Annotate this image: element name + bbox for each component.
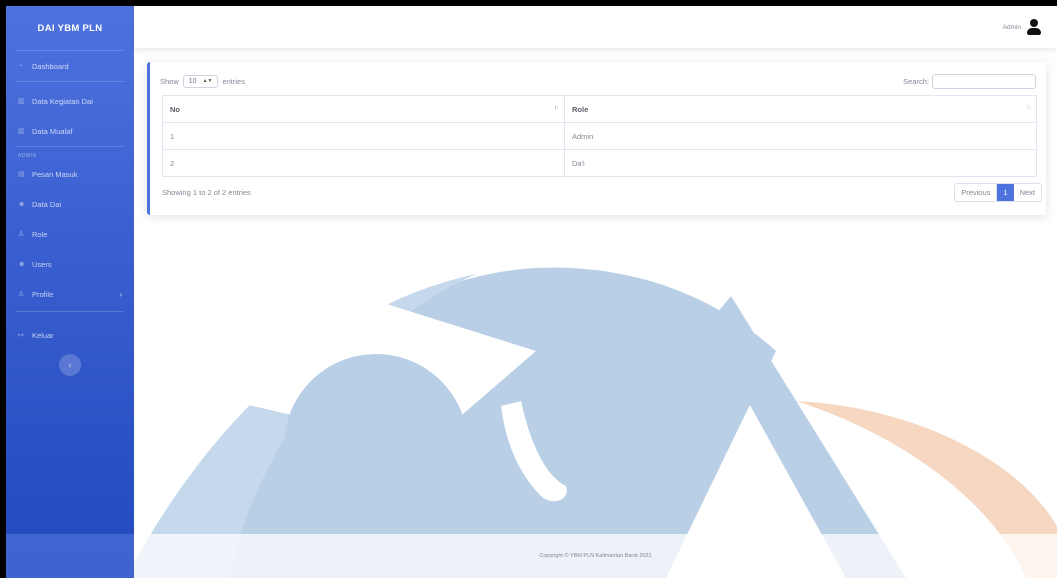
sidebar-item-pesan-masuk[interactable]: ▤ Pesan Masuk [6,159,134,189]
table-footer: Showing 1 to 2 of 2 entries Previous 1 N… [150,177,1046,202]
select-arrows-icon: ▲▼ [202,78,213,84]
avatar-head [1030,19,1038,27]
sidebar-item-data-mualaf[interactable]: ▥ Data Mualaf [6,116,134,146]
show-label: Show [160,76,179,86]
sidebar-item-data-kegiatan-dai[interactable]: ▥ Data Kegiatan Dai [6,86,134,116]
sidebar-item-data-dai[interactable]: ☻ Data Dai [6,189,134,219]
table-row: 2 Da'i [162,149,1037,177]
sidebar-item-dashboard[interactable]: ◔ Dashboard [6,51,134,81]
app-window: DAI YBM PLN ◔ Dashboard ▥ Data Kegiatan … [6,6,1057,578]
copyright-text: Copyright © YBM PLN Kalimantan Barat 202… [539,553,652,559]
entries-select-value: 10 [188,77,197,85]
chevron-left-icon: ‹ [68,360,72,370]
search-input[interactable] [932,73,1036,89]
sidebar-divider [16,81,124,82]
table-controls: Show 10 ▲▼ entries Search: [150,62,1046,90]
sidebar-item-profile[interactable]: ♙ Profile › [6,279,134,309]
role-table: No ↑↓ Role ↑↓ 1 Admin 2 Da'i [162,95,1037,177]
search-control: Search: [903,73,1036,89]
column-header-label: No [170,104,180,114]
previous-page-button[interactable]: Previous [955,184,998,201]
sidebar-toggle-button[interactable]: ‹ [59,354,81,376]
sidebar-brand[interactable]: DAI YBM PLN [6,6,134,50]
chevron-right-icon: › [119,289,122,299]
sidebar-footer [6,534,134,578]
sidebar-item-label: Profile [32,289,54,299]
table-info: Showing 1 to 2 of 2 entries [162,188,251,197]
watermark-circle [284,354,468,538]
sidebar-item-label: Role [32,229,48,239]
chart-icon: ▥ [18,98,25,105]
user-icon: ♙ [18,291,25,298]
table-cell-role: Da'i [564,149,1037,177]
user-name[interactable]: Admin [1003,24,1021,31]
sidebar-item-label: Dashboard [32,61,69,71]
entries-length-control: Show 10 ▲▼ entries [160,74,245,88]
pagination: Previous 1 Next [954,183,1042,202]
entries-select[interactable]: 10 ▲▼ [182,74,219,88]
topbar: Admin [134,6,1057,48]
avatar-body [1027,28,1041,35]
chart-icon: ▥ [18,128,25,135]
table-cell-role: Admin [564,122,1037,150]
sidebar-item-label: Pesan Masuk [32,169,78,179]
sidebar-heading-admin: ADMIN [18,153,37,159]
table-row: 1 Admin [162,122,1037,150]
role-table-card: Show 10 ▲▼ entries Search: No ↑↓ Role ↑↓… [147,62,1046,215]
next-page-button[interactable]: Next [1014,184,1041,201]
column-header-no[interactable]: No ↑↓ [162,95,565,123]
sidebar-item-keluar[interactable]: ↦ Keluar [6,320,134,350]
users-icon: ☻ [18,200,26,208]
sidebar-item-role[interactable]: ♙ Role [6,219,134,249]
dashboard-icon: ◔ [18,62,23,70]
sidebar-divider [16,311,124,312]
entries-label: entries [222,76,245,86]
sidebar-item-label: Data Kegiatan Dai [32,96,93,106]
page-1-button[interactable]: 1 [997,184,1014,201]
sidebar-item-label: Data Mualaf [32,126,73,136]
sidebar-item-label: Data Dai [32,199,62,209]
sidebar-item-label: Users [32,259,52,269]
user-icon: ♙ [18,231,25,238]
sort-icon: ↑↓ [554,105,559,111]
users-icon: ☻ [18,260,26,268]
table-cell-no: 2 [162,149,565,177]
inbox-icon: ▤ [18,171,25,178]
column-header-role[interactable]: Role ↑↓ [564,95,1037,123]
table-cell-no: 1 [162,122,565,150]
page-footer: Copyright © YBM PLN Kalimantan Barat 202… [134,534,1057,578]
sidebar: DAI YBM PLN ◔ Dashboard ▥ Data Kegiatan … [6,6,134,578]
sidebar-item-label: Keluar [32,330,54,340]
logout-icon: ↦ [18,332,24,339]
user-avatar-icon[interactable] [1027,19,1041,35]
sort-icon: ↑↓ [1026,105,1031,111]
column-header-label: Role [572,104,589,114]
table-header-row: No ↑↓ Role ↑↓ [162,95,1037,123]
search-label: Search: [903,76,929,86]
sidebar-item-users[interactable]: ☻ Users [6,249,134,279]
